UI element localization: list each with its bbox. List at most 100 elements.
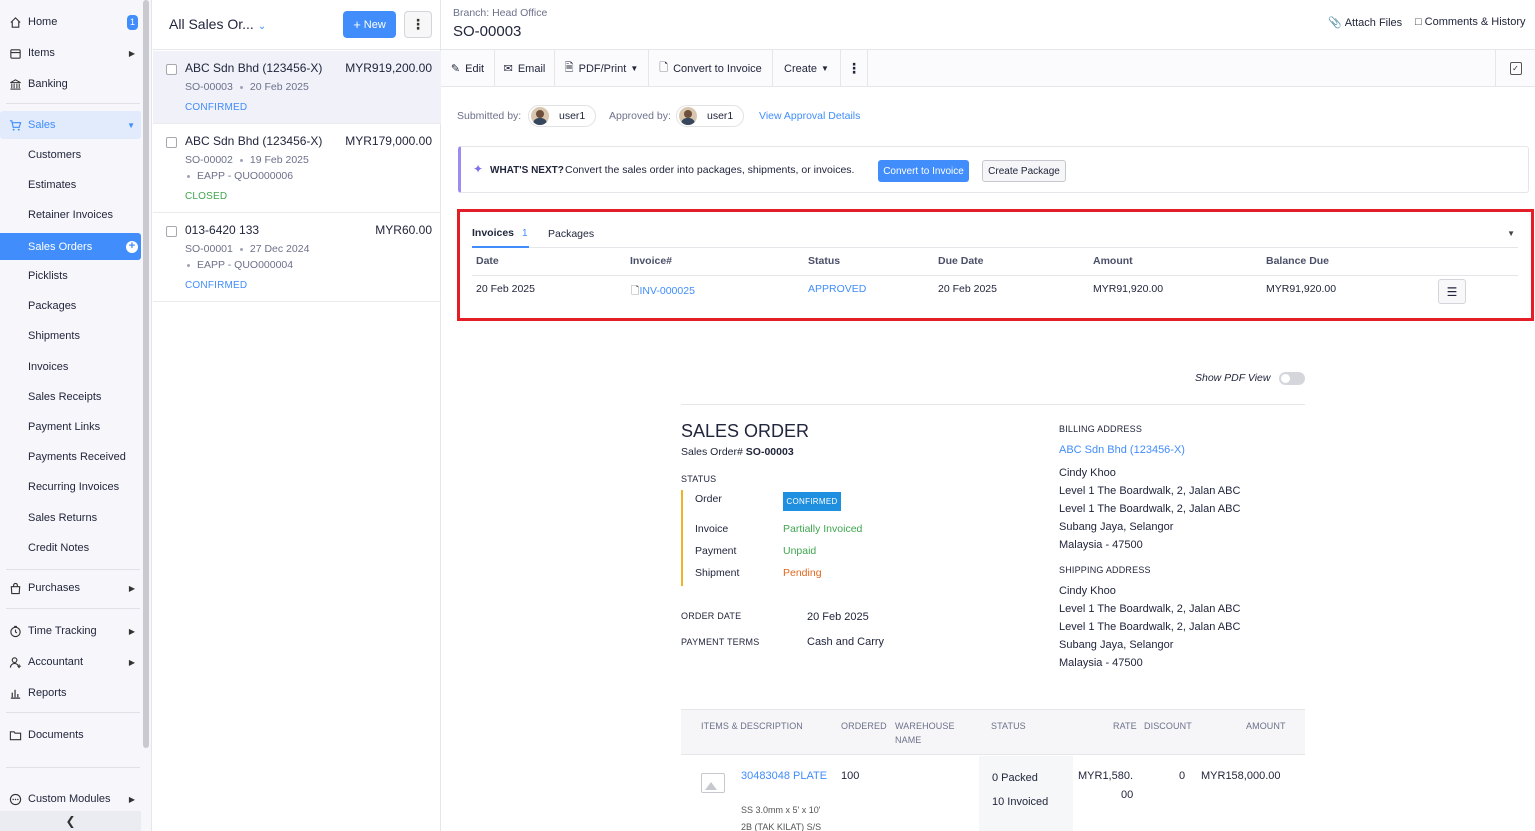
sidebar-collapse-button[interactable]: ❮ (0, 811, 141, 831)
sidebar-sub-estimates[interactable]: Estimates (0, 173, 141, 197)
new-sales-order-button[interactable]: + New (343, 11, 396, 38)
convert-to-invoice-button[interactable]: 🗋 Convert to Invoice (649, 50, 773, 87)
order-status-badge: CONFIRMED (783, 492, 841, 511)
shipment-status-value: Pending (783, 567, 822, 579)
sidebar-item-items[interactable]: Items ▶ (0, 39, 141, 67)
paperclip-icon: 📎 (1328, 17, 1342, 29)
tab-packages[interactable]: Packages (548, 220, 594, 248)
attach-files-label: Attach Files (1344, 17, 1403, 29)
attach-files-button[interactable]: 📎 Attach Files (1328, 16, 1402, 29)
payment-terms-label: PAYMENT TERMS (681, 637, 760, 647)
row-actions-button[interactable]: ☰ (1438, 279, 1466, 304)
chevron-right-icon: ▶ (128, 48, 135, 58)
pdf-view-toggle[interactable] (1279, 372, 1305, 385)
order-meta: SO-00003 20 Feb 2025 (185, 81, 309, 93)
sidebar-sub-credit-notes[interactable]: Credit Notes (0, 536, 141, 560)
convert-to-invoice-primary-button[interactable]: Convert to Invoice (878, 160, 969, 182)
column-header-items: ITEMS & DESCRIPTION (701, 721, 803, 731)
envelope-icon: ✉ (503, 63, 513, 75)
order-date: 27 Dec 2024 (249, 243, 310, 255)
pdf-icon: 🗎 (564, 62, 574, 74)
create-dropdown-button[interactable]: Create ▼ (773, 50, 841, 87)
customer-name: ABC Sdn Bhd (123456-X) (185, 61, 323, 75)
item-name-link[interactable]: 30483048 PLATE (741, 770, 827, 782)
sidebar-sub-customers[interactable]: Customers (0, 143, 141, 167)
billing-address-label: BILLING ADDRESS (1059, 424, 1143, 434)
tab-invoices[interactable]: Invoices 1 (472, 220, 529, 248)
add-icon[interactable]: + (126, 240, 138, 253)
row-checkbox[interactable] (166, 226, 177, 237)
more-actions-button[interactable]: ⋮ (841, 50, 868, 87)
sidebar-sub-shipments[interactable]: Shipments (0, 324, 141, 348)
divider (681, 404, 1305, 405)
list-item[interactable]: ABC Sdn Bhd (123456-X) MYR919,200.00 SO-… (153, 51, 441, 124)
checklist-button[interactable]: ✓ (1495, 50, 1535, 87)
sidebar-sub-sales-receipts[interactable]: Sales Receipts (0, 385, 141, 409)
column-header-discount: DISCOUNT (1144, 721, 1192, 731)
sidebar-item-home[interactable]: Home 1 (0, 8, 141, 36)
sidebar: Home 1 Items ▶ Banking Sales ▼ Customers… (0, 0, 152, 831)
list-view-selector[interactable]: All Sales Or... ⌄ (169, 16, 266, 32)
sidebar-divider (6, 712, 140, 713)
related-transactions-panel: Invoices 1 Packages ▼ Date Invoice# Statu… (457, 209, 1534, 321)
edit-button[interactable]: ✎ Edit (441, 50, 495, 87)
user-name: user1 (707, 110, 734, 122)
sidebar-sub-sales-returns[interactable]: Sales Returns (0, 506, 141, 530)
sidebar-item-time-tracking[interactable]: Time Tracking ▶ (0, 617, 141, 645)
comments-history-button[interactable]: □ Comments & History (1415, 16, 1526, 28)
sidebar-sub-payments-received[interactable]: Payments Received (0, 445, 141, 469)
more-options-button[interactable]: ⋮ (404, 11, 432, 38)
column-header-due-date: Due Date (938, 255, 984, 267)
billing-customer-link[interactable]: ABC Sdn Bhd (123456-X) (1059, 444, 1185, 456)
row-checkbox[interactable] (166, 64, 177, 75)
create-package-button[interactable]: Create Package (982, 160, 1066, 182)
bank-icon (8, 77, 22, 91)
email-button[interactable]: ✉ Email (495, 50, 555, 87)
home-icon (8, 15, 22, 29)
sidebar-sub-sales-orders[interactable]: Sales Orders + (0, 233, 141, 260)
sidebar-item-accountant[interactable]: Accountant ▶ (0, 648, 141, 676)
item-packed-qty: 0 Packed (992, 772, 1038, 784)
customer-name: 013-6420 133 (185, 223, 260, 237)
submitted-by-label: Submitted by: (457, 110, 522, 122)
sidebar-item-purchases[interactable]: Purchases ▶ (0, 574, 141, 602)
whats-next-banner: ✦ WHAT'S NEXT? Convert the sales order i… (458, 146, 1529, 193)
sidebar-sub-invoices[interactable]: Invoices (0, 355, 141, 379)
list-item[interactable]: ABC Sdn Bhd (123456-X) MYR179,000.00 SO-… (153, 124, 441, 213)
chevron-down-icon: ⌄ (257, 21, 267, 32)
billing-address-line: Malaysia - 47500 (1059, 539, 1143, 551)
sidebar-item-label: Items (28, 47, 55, 59)
list-item[interactable]: 013-6420 133 MYR60.00 SO-00001 27 Dec 202… (153, 213, 441, 302)
sidebar-item-sales[interactable]: Sales ▼ (0, 111, 141, 139)
items-icon (8, 46, 22, 60)
invoice-link[interactable]: 🗋INV-000025 (631, 283, 695, 301)
sidebar-sub-picklists[interactable]: Picklists (0, 264, 141, 288)
sidebar-item-label: Documents (28, 729, 84, 741)
sidebar-item-documents[interactable]: Documents (0, 721, 141, 749)
sidebar-item-label: Reports (28, 687, 67, 699)
notification-badge: 1 (127, 14, 138, 30)
invoice-number: INV-000025 (639, 285, 695, 297)
invoice-status: APPROVED (808, 283, 867, 295)
sidebar-sub-packages[interactable]: Packages (0, 294, 141, 318)
order-number: SO-00001 (185, 243, 233, 255)
collapse-toggle-icon[interactable]: ▼ (1507, 229, 1515, 238)
sidebar-scrollbar[interactable] (143, 0, 149, 748)
invoice-date: 20 Feb 2025 (476, 283, 535, 295)
status-order-label: Order (695, 493, 722, 505)
shipping-address-line: Level 1 The Boardwalk, 2, Jalan ABC (1059, 621, 1241, 633)
checklist-icon: ✓ (1509, 62, 1522, 75)
sidebar-divider (6, 569, 140, 570)
sidebar-sub-recurring-invoices[interactable]: Recurring Invoices (0, 475, 141, 499)
pdf-print-button[interactable]: 🗎 PDF/Print ▼ (555, 50, 649, 87)
sidebar-item-custom-modules[interactable]: Custom Modules ▶ (0, 785, 141, 813)
cart-icon (8, 118, 22, 132)
edit-label: Edit (465, 62, 485, 75)
order-reference: EAPP - QUO000004 (185, 259, 293, 271)
sidebar-item-banking[interactable]: Banking (0, 70, 141, 98)
sidebar-sub-retainer-invoices[interactable]: Retainer Invoices (0, 203, 141, 227)
view-approval-details-link[interactable]: View Approval Details (759, 110, 860, 122)
row-checkbox[interactable] (166, 137, 177, 148)
sidebar-item-reports[interactable]: Reports (0, 679, 141, 707)
sidebar-sub-payment-links[interactable]: Payment Links (0, 415, 141, 439)
